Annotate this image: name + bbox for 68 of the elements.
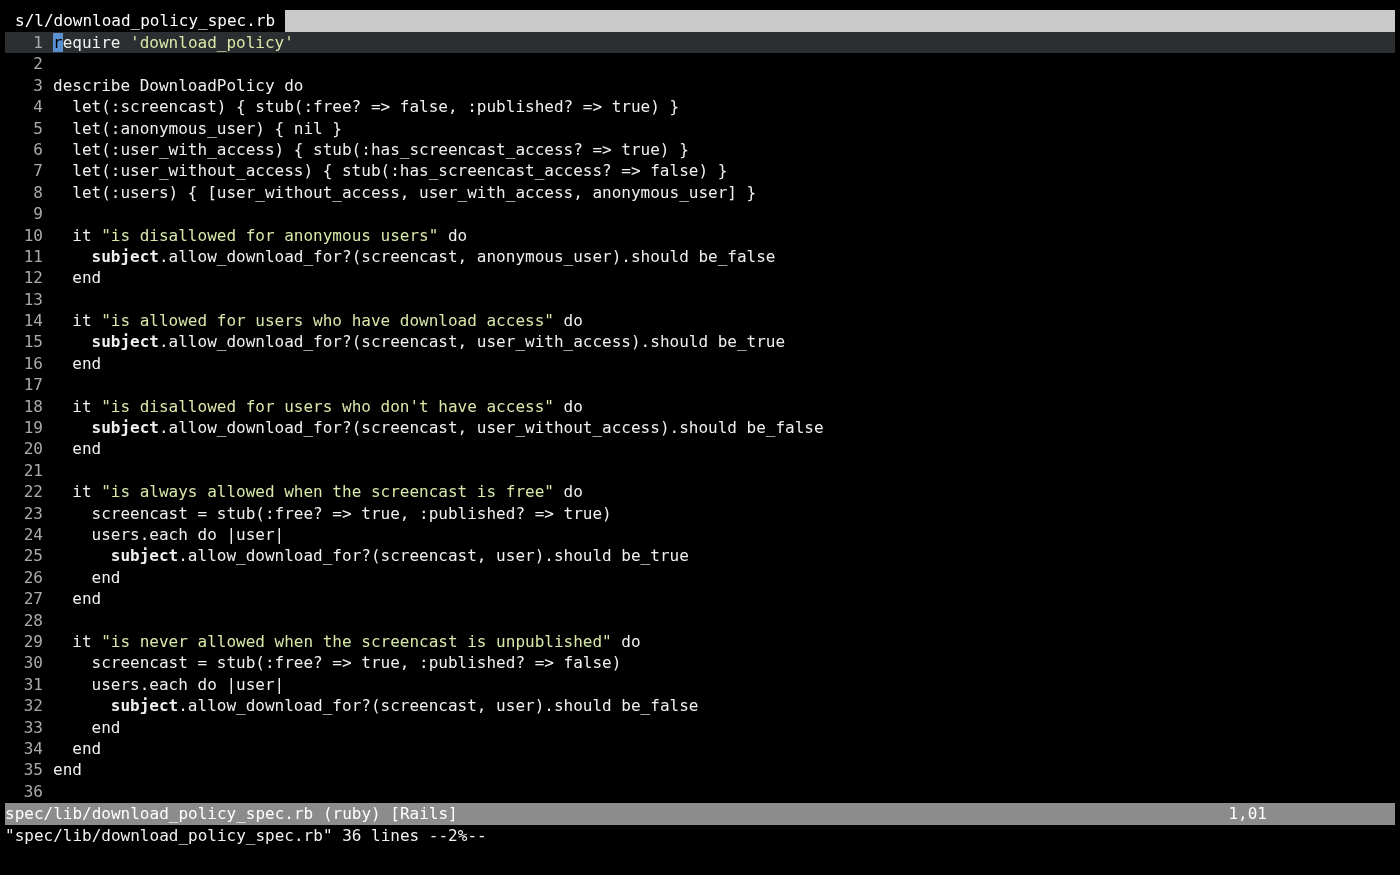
line-number: 1 [32,32,44,54]
code-line: end [53,759,82,781]
code-line: let(:anonymous_user) { nil } [71,117,342,139]
code-line: end [90,716,121,738]
code-line: subject.allow_download_for?(screencast, user).should be_true [109,545,689,567]
code-line: end [71,438,102,460]
line-number: 11 [22,245,44,268]
code-line: require 'download_policy' [53,32,294,54]
code-line: subject.allow_download_for?(screencast, user_without_access).should be_false [90,417,824,439]
cursor-position: 1,01 [1228,803,1267,826]
line-number: 8 [32,181,44,204]
command-message: "spec/lib/download_policy_spec.rb" 36 lines --2%-- [4,825,488,848]
line-number: 9 [32,203,44,225]
code-line: subject.allow_download_for?(screencast, anonymous_user).should be_false [90,245,776,268]
code-line: end [71,588,102,610]
code-line: let(:users) { [user_without_access, user_with_access, anonymous_user] } [71,181,757,204]
line-number: 24 [22,524,44,546]
line-number: 25 [22,545,44,567]
line-number: 32 [22,695,44,717]
line-number: 12 [22,267,44,289]
code-line: end [71,737,102,760]
line-number: 33 [22,716,44,738]
line-number: 6 [32,138,44,161]
line-number: 14 [22,310,44,332]
code-line: screencast = stub(:free? => true, :published? => true) [90,502,612,524]
line-number: 31 [22,673,44,696]
line-number: 29 [22,630,44,653]
code-line: users.each do |user| [90,524,285,546]
code-line: users.each do |user| [90,673,285,696]
code-line: subject.allow_download_for?(screencast, user_with_access).should be_true [90,331,786,353]
code-line: end [90,566,121,589]
code-line: let(:user_without_access) { stub(:has_screencast_access? => false) } [71,160,728,182]
code-line: let(:screencast) { stub(:free? => false, :published? => true) } [71,96,680,118]
line-number: 17 [22,374,44,396]
line-number: 5 [32,117,44,139]
line-number: 10 [22,224,44,246]
code-line: it "is allowed for users who have download access" do [71,310,583,332]
line-number: 20 [22,438,44,460]
code-line: it "is disallowed for anonymous users" do [71,224,468,246]
code-line: end [71,352,102,375]
line-number: 21 [22,459,44,482]
line-number: 18 [22,395,44,418]
code-line: it "is never allowed when the screencast is unpublished" do [71,630,641,653]
code-line: screencast = stub(:free? => true, :published? => false) [90,652,622,674]
code-line: subject.allow_download_for?(screencast, user).should be_false [109,695,699,717]
line-number: 36 [22,780,44,803]
code-line: it "is disallowed for users who don't have access" do [71,395,583,418]
line-number: 3 [32,74,44,97]
code-line: end [71,267,102,289]
code-line: it "is always allowed when the screencast is free" do [71,481,583,503]
line-number: 34 [22,737,44,760]
line-number: 26 [22,566,44,589]
line-number: 23 [22,502,44,524]
line-number: 13 [22,288,44,311]
line-number: 15 [22,331,44,353]
line-number: 16 [22,352,44,375]
line-number: 7 [32,160,44,182]
line-number: 19 [22,417,44,439]
status-file: spec/lib/download_policy_spec.rb (ruby) [Rails] [5,803,458,826]
line-number: 28 [22,609,44,631]
code-line: let(:user_with_access) { stub(:has_screencast_access? => true) } [71,138,689,161]
line-number: 2 [32,53,44,75]
line-number: 27 [22,588,44,610]
line-number: 22 [22,481,44,503]
line-number: 30 [22,652,44,674]
line-number: 35 [22,759,44,781]
line-number: 4 [32,96,44,118]
code-line: describe DownloadPolicy do [53,74,304,97]
